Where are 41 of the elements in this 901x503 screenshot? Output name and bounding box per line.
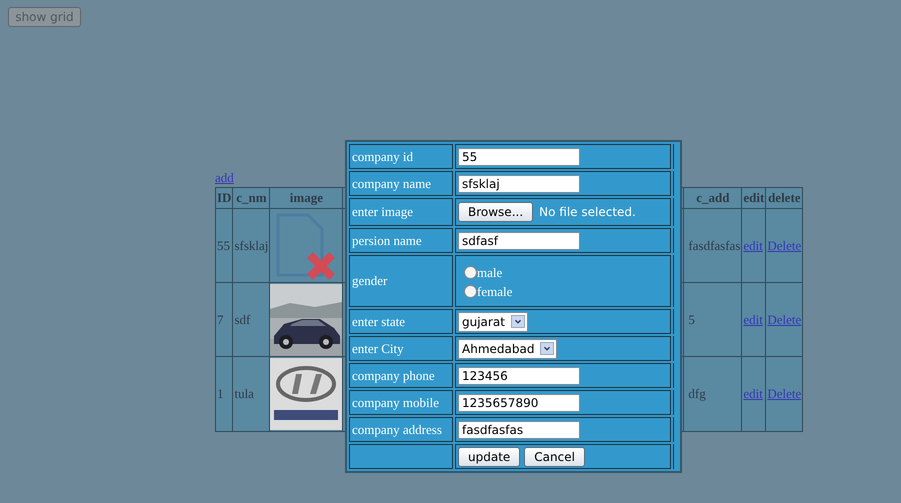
field-label: company mobile: [352, 394, 440, 410]
column-header: image: [270, 188, 343, 208]
text-field[interactable]: sdfasf: [458, 232, 580, 250]
field-label: company phone: [352, 368, 435, 382]
field-label: enter state: [352, 314, 406, 328]
table-cell: 7: [216, 282, 233, 356]
column-header: c_add: [684, 188, 742, 208]
text-field[interactable]: sfsklaj: [458, 174, 580, 192]
text-field[interactable]: 1235657890: [458, 394, 580, 412]
select-field[interactable]: gujarat: [458, 312, 528, 332]
radio-button[interactable]: [464, 266, 477, 279]
column-header: ID: [216, 188, 233, 208]
select-field[interactable]: Ahmedabad: [458, 338, 558, 358]
radio-label: female: [477, 284, 512, 300]
table-cell: dfg: [684, 356, 742, 432]
text-field[interactable]: fasdfasfas: [458, 420, 580, 438]
caret-icon: [510, 315, 525, 328]
field-label: company address: [352, 422, 442, 436]
radio-button[interactable]: [464, 285, 477, 298]
table-cell: 5: [684, 282, 742, 356]
browse-button[interactable]: Browse...: [458, 202, 534, 222]
table-cell: fasdfasfas: [684, 208, 742, 282]
column-header: delete: [766, 188, 803, 208]
field-label: gender: [352, 273, 388, 288]
file-status: No file selected.: [539, 205, 636, 219]
field-label: company id: [352, 148, 414, 164]
table-cell: 55: [216, 208, 233, 282]
column-header: edit: [742, 188, 766, 208]
radio-label: male: [477, 264, 502, 280]
text-field[interactable]: 123456: [458, 366, 580, 384]
field-label: enter City: [352, 340, 404, 356]
column-header: c_nm: [232, 188, 270, 208]
form-button[interactable]: update: [458, 446, 520, 466]
table-cell: 1: [216, 356, 233, 432]
field-label: enter image: [352, 204, 413, 219]
field-label: persion name: [352, 232, 422, 248]
form-button[interactable]: Cancel: [524, 446, 585, 466]
text-field[interactable]: 55: [458, 148, 580, 166]
table-cell: sfsklaj: [232, 208, 270, 282]
caret-icon: [540, 342, 554, 355]
field-label: company name: [352, 176, 432, 190]
